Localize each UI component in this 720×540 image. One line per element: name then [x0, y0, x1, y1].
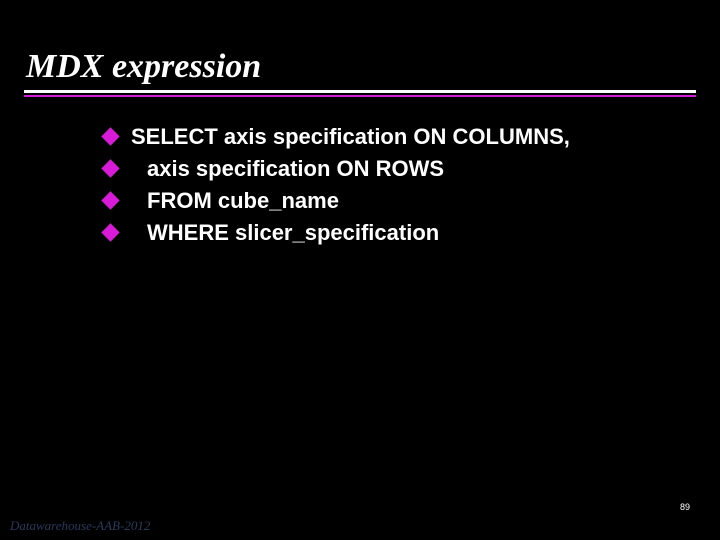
diamond-bullet-icon: [101, 127, 119, 145]
title-underline-white: [24, 90, 696, 93]
list-item: SELECT axis specification ON COLUMNS,: [104, 123, 700, 151]
footer-label: Datawarehouse-AAB-2012: [10, 518, 150, 534]
bullet-text: WHERE slicer_specification: [131, 219, 439, 247]
page-number: 89: [680, 502, 690, 512]
bullet-text: axis specification ON ROWS: [131, 155, 444, 183]
bullet-text: FROM cube_name: [131, 187, 339, 215]
slide: MDX expression SELECT axis specification…: [0, 0, 720, 540]
list-item: WHERE slicer_specification: [104, 219, 700, 247]
title-underline-magenta: [24, 95, 696, 97]
diamond-bullet-icon: [101, 159, 119, 177]
list-item: FROM cube_name: [104, 187, 700, 215]
bullet-text: SELECT axis specification ON COLUMNS,: [131, 123, 570, 151]
list-item: axis specification ON ROWS: [104, 155, 700, 183]
diamond-bullet-icon: [101, 224, 119, 242]
diamond-bullet-icon: [101, 192, 119, 210]
slide-title: MDX expression: [20, 48, 700, 90]
bullet-list: SELECT axis specification ON COLUMNS, ax…: [20, 123, 700, 248]
